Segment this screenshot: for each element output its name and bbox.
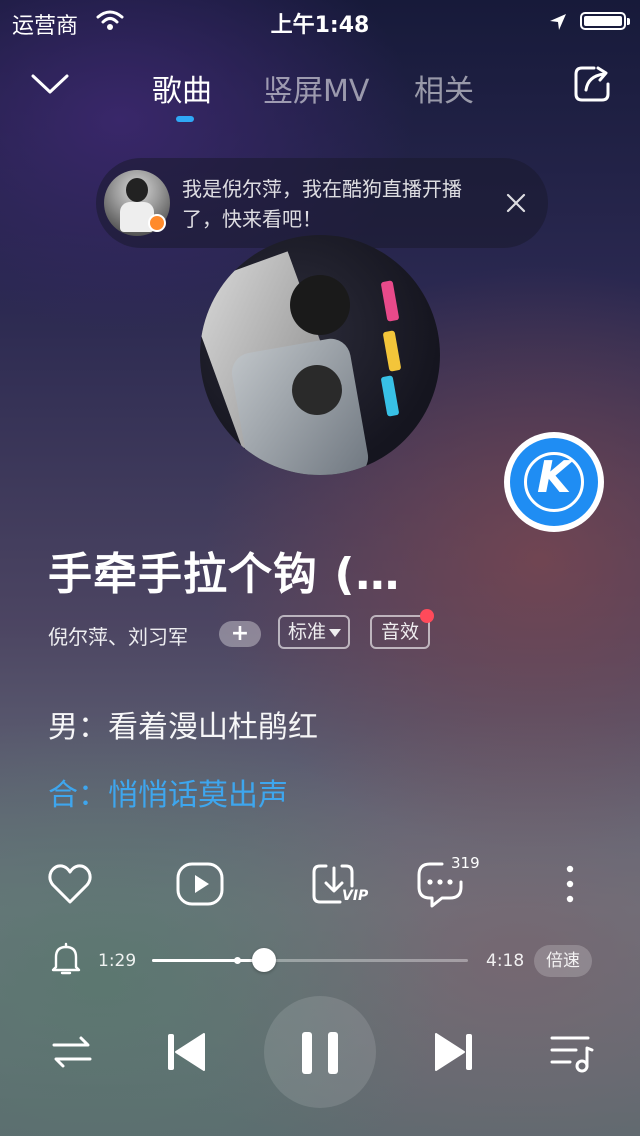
live-banner-text: 我是倪尔萍，我在酷狗直播开播了，快来看吧！ bbox=[182, 177, 462, 231]
tab-vertical-mv[interactable]: 竖屏MV bbox=[263, 66, 369, 110]
heart-icon[interactable] bbox=[46, 860, 94, 908]
pause-icon-bar bbox=[328, 1032, 338, 1074]
kugou-k-letter: K bbox=[536, 452, 572, 503]
battery-icon bbox=[580, 12, 630, 30]
album-cover[interactable] bbox=[200, 235, 440, 475]
status-bar: 运营商 上午1:48 bbox=[0, 0, 640, 40]
song-title: 手牵手拉个钩 (… bbox=[48, 549, 401, 600]
location-arrow-icon bbox=[550, 14, 566, 30]
share-icon[interactable] bbox=[572, 64, 612, 104]
tab-song[interactable]: 歌曲 bbox=[152, 66, 212, 110]
pause-icon bbox=[302, 1032, 312, 1074]
more-icon[interactable] bbox=[546, 860, 594, 908]
next-icon[interactable] bbox=[430, 1028, 478, 1076]
quality-label: 标准 bbox=[288, 621, 327, 643]
playlist-icon[interactable] bbox=[548, 1028, 596, 1076]
repeat-icon[interactable] bbox=[48, 1028, 96, 1076]
progress-fill bbox=[152, 959, 265, 962]
lyric-line-highlight[interactable]: 合：悄悄话莫出声 bbox=[48, 770, 288, 814]
speed-button[interactable]: 倍速 bbox=[534, 945, 592, 977]
new-badge-dot bbox=[420, 609, 434, 623]
artist-names[interactable]: 倪尔萍、刘习军 bbox=[48, 621, 188, 650]
elapsed-time: 1:29 bbox=[98, 951, 137, 971]
close-icon[interactable] bbox=[506, 193, 526, 213]
progress-buffer-dot bbox=[234, 957, 241, 964]
play-video-icon[interactable] bbox=[176, 860, 224, 908]
quality-selector[interactable]: 标准 bbox=[278, 615, 350, 649]
chevron-down-icon[interactable] bbox=[30, 66, 70, 102]
live-badge-icon bbox=[148, 214, 166, 232]
pause-button[interactable] bbox=[264, 996, 376, 1108]
comment-count: 319 bbox=[451, 854, 480, 872]
bell-icon[interactable] bbox=[50, 942, 82, 976]
add-button[interactable]: + bbox=[219, 621, 261, 647]
kugou-k-button[interactable]: K bbox=[504, 432, 604, 532]
tab-related[interactable]: 相关 bbox=[414, 66, 474, 110]
caret-down-icon bbox=[329, 629, 341, 637]
progress-thumb[interactable] bbox=[252, 948, 277, 972]
sound-effect-button[interactable]: 音效 bbox=[370, 609, 434, 649]
status-time: 上午1:48 bbox=[270, 13, 370, 38]
tab-indicator bbox=[176, 116, 194, 122]
lyric-line-current[interactable]: 男：看着漫山杜鹃红 bbox=[48, 702, 318, 746]
previous-icon[interactable] bbox=[162, 1028, 210, 1076]
sound-effect-label: 音效 bbox=[380, 621, 419, 643]
total-time: 4:18 bbox=[486, 951, 525, 971]
vip-badge: VIP bbox=[342, 888, 369, 904]
progress-bar[interactable] bbox=[152, 948, 468, 972]
